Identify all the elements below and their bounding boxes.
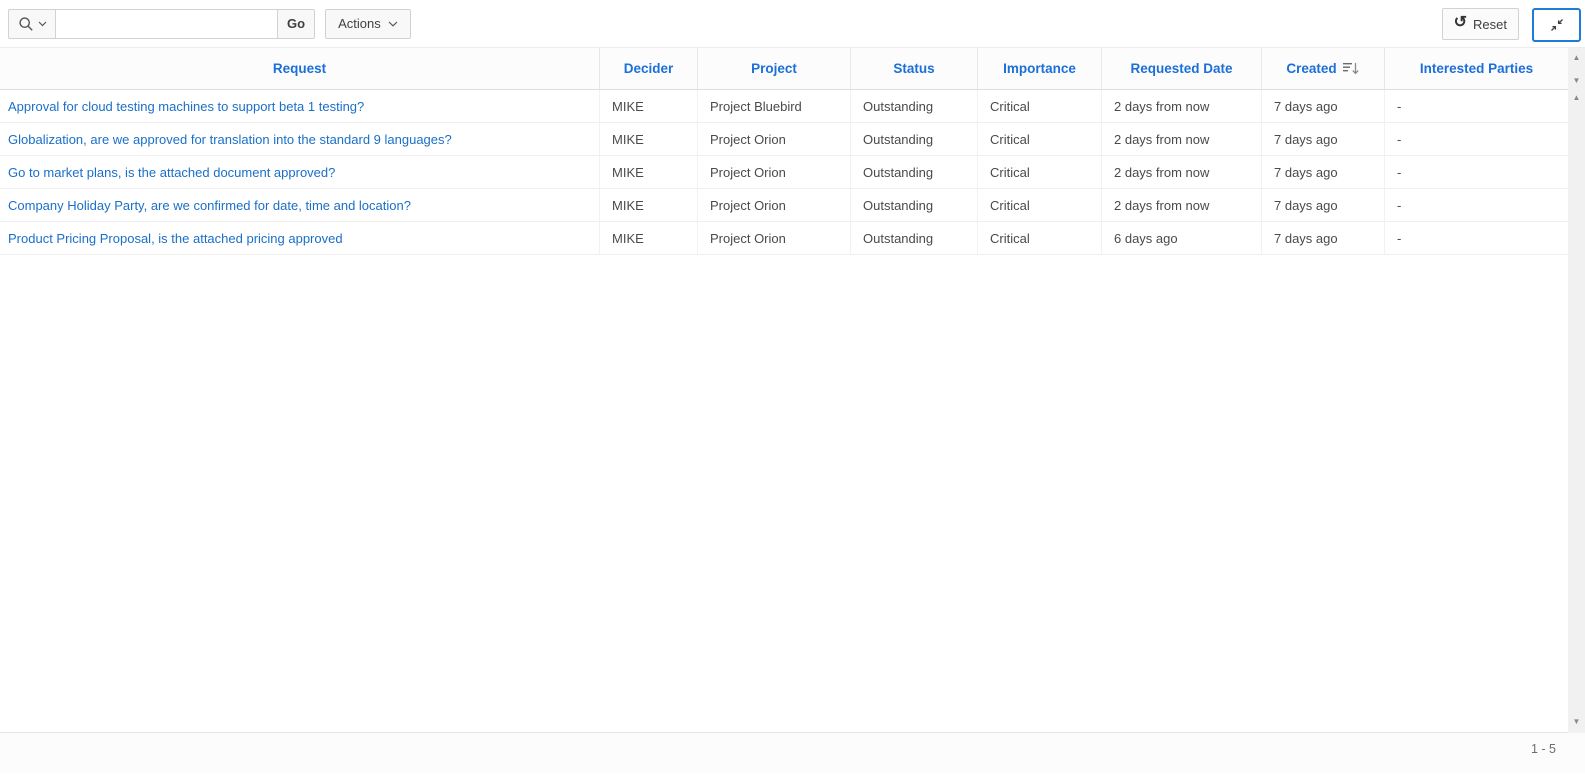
chevron-down-icon — [388, 21, 398, 27]
request-cell: Go to market plans, is the attached docu… — [0, 156, 600, 189]
table-row: Company Holiday Party, are we confirmed … — [0, 189, 1568, 222]
scroll-down-icon[interactable]: ▼ — [1568, 77, 1585, 85]
column-header-created[interactable]: Created — [1262, 48, 1385, 90]
status-cell: Outstanding — [851, 189, 978, 222]
project-cell: Project Orion — [698, 189, 851, 222]
search-options-button[interactable] — [8, 9, 56, 39]
interested-parties-cell: - — [1385, 90, 1568, 123]
sort-descending-icon — [1343, 61, 1360, 76]
status-cell: Outstanding — [851, 90, 978, 123]
interested-parties-cell: - — [1385, 123, 1568, 156]
importance-cell: Critical — [978, 156, 1102, 189]
collapse-arrows-icon — [1549, 17, 1565, 33]
requested-date-cell: 2 days from now — [1102, 90, 1262, 123]
status-cell: Outstanding — [851, 222, 978, 255]
request-cell: Company Holiday Party, are we confirmed … — [0, 189, 600, 222]
requested-date-cell: 6 days ago — [1102, 222, 1262, 255]
reset-button[interactable]: ↺ Reset — [1442, 8, 1519, 40]
interested-parties-cell: - — [1385, 222, 1568, 255]
table-row: Product Pricing Proposal, is the attache… — [0, 222, 1568, 255]
go-button[interactable]: Go — [277, 9, 315, 39]
requested-date-cell: 2 days from now — [1102, 123, 1262, 156]
actions-menu-button[interactable]: Actions — [325, 9, 411, 39]
column-header-interested-parties[interactable]: Interested Parties — [1385, 48, 1568, 90]
table-header-row: Request Decider Project Status Importanc… — [0, 48, 1568, 90]
request-link[interactable]: Approval for cloud testing machines to s… — [8, 99, 364, 114]
importance-cell: Critical — [978, 189, 1102, 222]
scroll-up-icon[interactable]: ▲ — [1568, 94, 1585, 102]
interested-parties-cell: - — [1385, 189, 1568, 222]
search-icon — [18, 16, 34, 32]
report-footer: 1 - 5 — [0, 733, 1585, 773]
column-header-importance[interactable]: Importance — [978, 48, 1102, 90]
column-header-project[interactable]: Project — [698, 48, 851, 90]
project-cell: Project Orion — [698, 222, 851, 255]
table-row: Approval for cloud testing machines to s… — [0, 90, 1568, 123]
decider-cell: MIKE — [600, 189, 698, 222]
status-cell: Outstanding — [851, 156, 978, 189]
interactive-report: Go Actions ↺ Reset — [0, 0, 1585, 774]
column-header-request[interactable]: Request — [0, 48, 600, 90]
search-input[interactable] — [56, 9, 278, 39]
status-cell: Outstanding — [851, 123, 978, 156]
created-cell: 7 days ago — [1262, 156, 1385, 189]
restore-region-button[interactable] — [1532, 8, 1581, 42]
table-row: Go to market plans, is the attached docu… — [0, 156, 1568, 189]
requested-date-cell: 2 days from now — [1102, 189, 1262, 222]
created-cell: 7 days ago — [1262, 189, 1385, 222]
toolbar-right-group: ↺ Reset — [1442, 8, 1581, 42]
importance-cell: Critical — [978, 222, 1102, 255]
report-region: Request Decider Project Status Importanc… — [0, 48, 1585, 733]
importance-cell: Critical — [978, 90, 1102, 123]
project-cell: Project Bluebird — [698, 90, 851, 123]
request-link[interactable]: Globalization, are we approved for trans… — [8, 132, 452, 147]
scroll-down-icon[interactable]: ▼ — [1568, 718, 1585, 726]
column-header-requested-date[interactable]: Requested Date — [1102, 48, 1262, 90]
interested-parties-cell: - — [1385, 156, 1568, 189]
reset-label: Reset — [1473, 17, 1507, 32]
pagination-range: 1 - 5 — [1531, 742, 1556, 756]
decider-cell: MIKE — [600, 222, 698, 255]
reset-icon: ↺ — [1454, 15, 1467, 31]
table-row: Globalization, are we approved for trans… — [0, 123, 1568, 156]
vertical-scrollbar[interactable]: ▲ ▼ ▲ ▼ — [1568, 48, 1585, 733]
request-link[interactable]: Company Holiday Party, are we confirmed … — [8, 198, 411, 213]
request-cell: Globalization, are we approved for trans… — [0, 123, 600, 156]
request-link[interactable]: Go to market plans, is the attached docu… — [8, 165, 335, 180]
request-cell: Approval for cloud testing machines to s… — [0, 90, 600, 123]
request-cell: Product Pricing Proposal, is the attache… — [0, 222, 600, 255]
decider-cell: MIKE — [600, 90, 698, 123]
actions-label: Actions — [338, 16, 381, 31]
importance-cell: Critical — [978, 123, 1102, 156]
request-link[interactable]: Product Pricing Proposal, is the attache… — [8, 231, 343, 246]
decider-cell: MIKE — [600, 156, 698, 189]
chevron-down-icon — [38, 21, 47, 27]
column-header-status[interactable]: Status — [851, 48, 978, 90]
requested-date-cell: 2 days from now — [1102, 156, 1262, 189]
decider-cell: MIKE — [600, 123, 698, 156]
project-cell: Project Orion — [698, 156, 851, 189]
created-cell: 7 days ago — [1262, 123, 1385, 156]
column-header-decider[interactable]: Decider — [600, 48, 698, 90]
created-cell: 7 days ago — [1262, 90, 1385, 123]
project-cell: Project Orion — [698, 123, 851, 156]
created-cell: 7 days ago — [1262, 222, 1385, 255]
report-table: Request Decider Project Status Importanc… — [0, 48, 1568, 255]
report-toolbar: Go Actions ↺ Reset — [0, 0, 1585, 48]
scroll-up-icon[interactable]: ▲ — [1568, 54, 1585, 62]
